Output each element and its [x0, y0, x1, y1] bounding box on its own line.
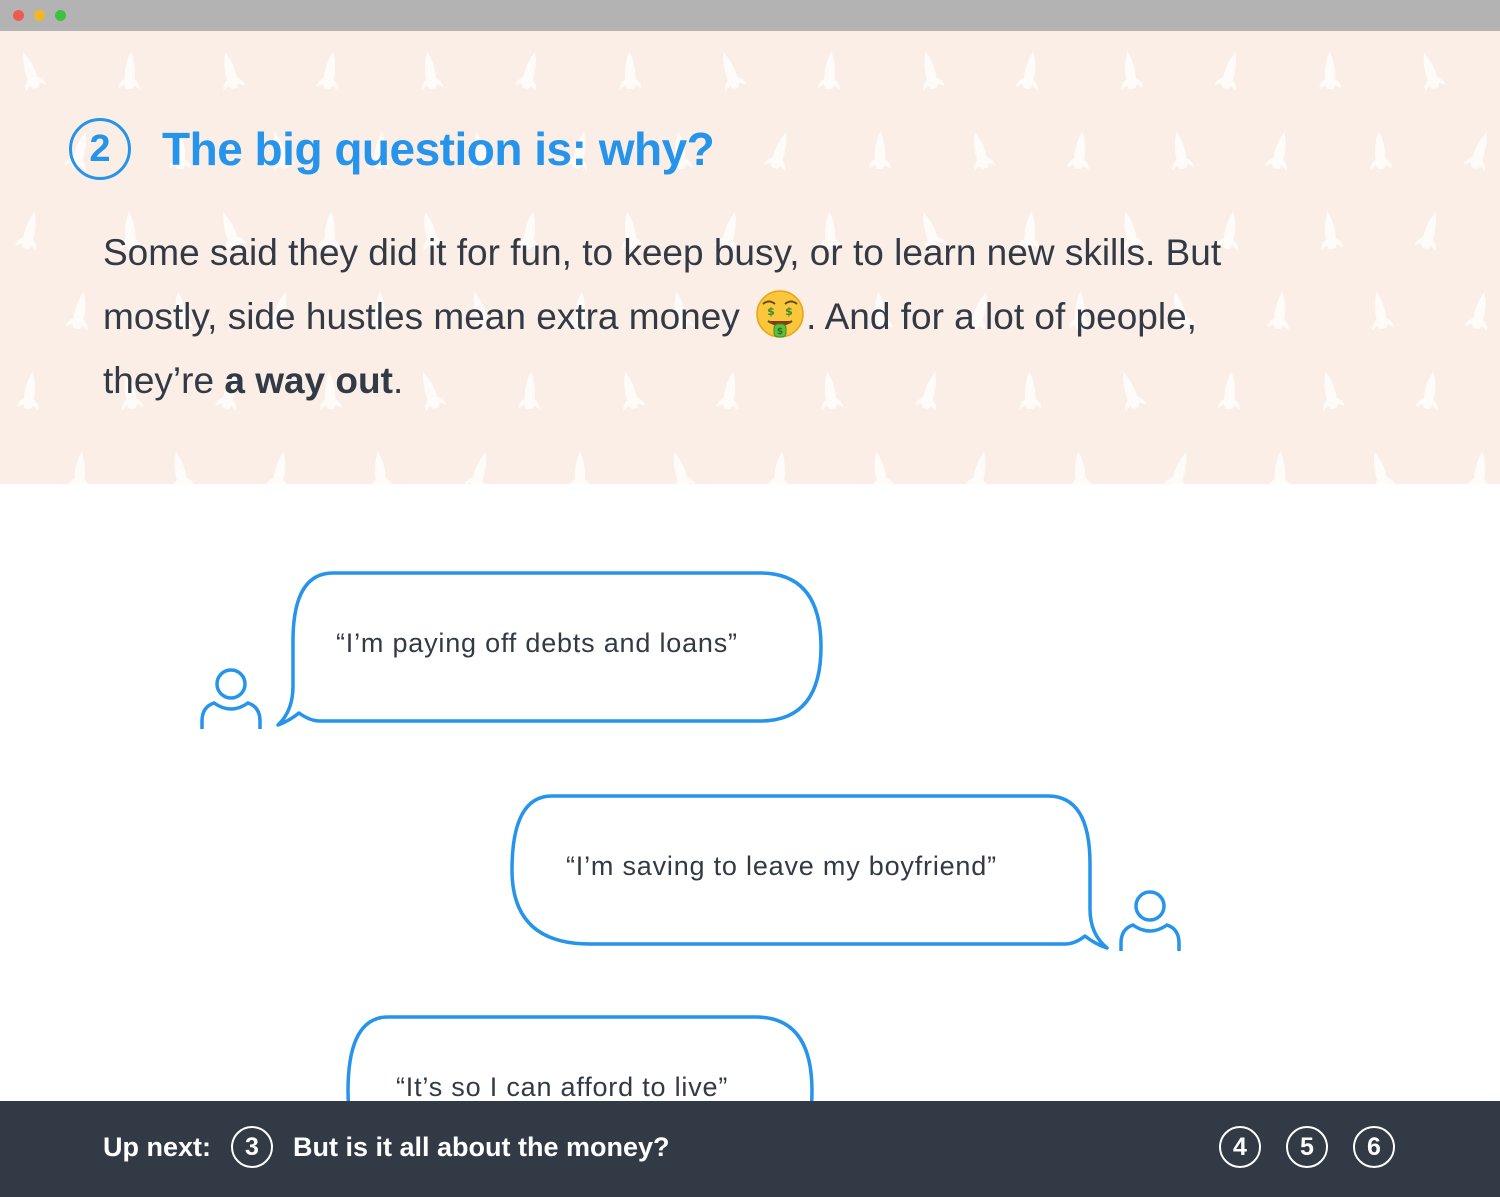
page-5-button[interactable]: 5 — [1286, 1126, 1328, 1168]
svg-text:$: $ — [777, 327, 783, 337]
intro-end: . — [392, 360, 404, 401]
rocket-pattern-shape — [14, 211, 37, 252]
rocket-pattern-shape — [1121, 51, 1144, 91]
intro-line-1: Some said they did it for fun, to keep b… — [103, 232, 1222, 273]
rocket-pattern-shape — [23, 52, 47, 92]
minimize-window-button[interactable] — [34, 10, 45, 21]
page-4-button[interactable]: 4 — [1219, 1126, 1261, 1168]
intro-line-2a: mostly, side hustles mean extra money — [103, 296, 751, 337]
rocket-pattern-shape — [464, 451, 487, 484]
rocket-pattern-shape — [1373, 451, 1396, 484]
section-title: The big question is: why? — [162, 123, 715, 175]
rocket-pattern-shape — [1268, 451, 1291, 484]
rocket-pattern-shape — [923, 51, 945, 92]
section-number-badge: 2 — [69, 118, 131, 180]
quote-text: “It’s so I can afford to live” — [396, 1072, 729, 1102]
rocket-pattern-shape — [965, 451, 988, 484]
section-hero: 2 The big question is: why? Some said th… — [0, 31, 1500, 484]
next-section-number[interactable]: 3 — [231, 1126, 273, 1168]
rocket-pattern-shape — [67, 451, 90, 484]
rocket-pattern-shape — [65, 291, 88, 331]
rocket-pattern-shape — [817, 51, 840, 90]
rocket-pattern-shape — [570, 451, 590, 484]
rocket-pattern-shape — [1463, 132, 1487, 172]
rocket-pattern-shape — [223, 51, 246, 92]
rocket-pattern-shape — [316, 51, 339, 91]
quote-bubble: “I’m saving to leave my boyfriend” — [510, 794, 1110, 954]
intro-emphasis: a way out — [224, 360, 393, 401]
rocket-pattern-shape — [1423, 51, 1447, 92]
next-section-link[interactable]: But is it all about the money? — [293, 1132, 670, 1163]
rocket-pattern-shape — [673, 451, 696, 484]
rocket-pattern-shape — [1066, 131, 1089, 171]
rocket-pattern-shape — [1370, 131, 1393, 170]
rocket-pattern-shape — [872, 451, 895, 484]
rocket-pattern-shape — [619, 51, 642, 90]
rocket-pattern-shape — [1465, 291, 1487, 332]
rocket-pattern-shape — [172, 451, 195, 484]
quote-bubble: “I’m paying off debts and loans” — [275, 571, 825, 731]
up-next-bar: Up next: 3 But is it all about the money… — [0, 1101, 1500, 1197]
rocket-pattern-shape — [514, 51, 537, 92]
rocket-pattern-shape — [763, 131, 787, 172]
svg-text:$: $ — [767, 305, 775, 318]
rocket-pattern-shape — [1466, 451, 1489, 484]
rocket-pattern-shape — [1214, 51, 1237, 92]
rocket-pattern-shape — [1172, 131, 1194, 171]
rocket-pattern-shape — [1416, 371, 1438, 411]
rocket-pattern-shape — [973, 131, 996, 172]
intro-line-2b: . And for a lot of people, — [806, 296, 1197, 337]
section-intro: Some said they did it for fun, to keep b… — [103, 221, 1333, 413]
window-titlebar — [0, 0, 1500, 31]
person-icon — [200, 668, 262, 729]
close-window-button[interactable] — [13, 10, 24, 21]
maximize-window-button[interactable] — [55, 10, 66, 21]
up-next-label: Up next: — [103, 1132, 211, 1162]
money-mouth-face-icon: $ $ $ — [756, 290, 804, 338]
rocket-pattern-shape — [1070, 451, 1093, 484]
svg-text:$: $ — [785, 305, 793, 318]
rocket-pattern-shape — [868, 131, 891, 170]
rocket-pattern-shape — [1414, 211, 1437, 252]
rocket-pattern-shape — [421, 51, 444, 91]
rocket-pattern-shape — [265, 451, 288, 484]
rocket-pattern-shape — [16, 371, 39, 411]
rocket-pattern-shape — [1372, 291, 1394, 331]
rocket-pattern-shape — [370, 451, 393, 484]
page-6-button[interactable]: 6 — [1353, 1126, 1395, 1168]
rocket-pattern-shape — [723, 52, 747, 92]
rocket-pattern-shape — [118, 51, 141, 90]
rocket-pattern-shape — [767, 451, 790, 484]
intro-line-3a: they’re — [103, 360, 225, 401]
person-icon — [1119, 890, 1181, 951]
rocket-pattern-shape — [1163, 451, 1187, 484]
quote-text: “I’m saving to leave my boyfriend” — [566, 851, 997, 881]
quote-text: “I’m paying off debts and loans” — [336, 628, 738, 658]
rocket-pattern-shape — [1016, 51, 1038, 91]
rocket-pattern-shape — [1265, 131, 1287, 172]
rocket-pattern-shape — [1319, 51, 1342, 90]
